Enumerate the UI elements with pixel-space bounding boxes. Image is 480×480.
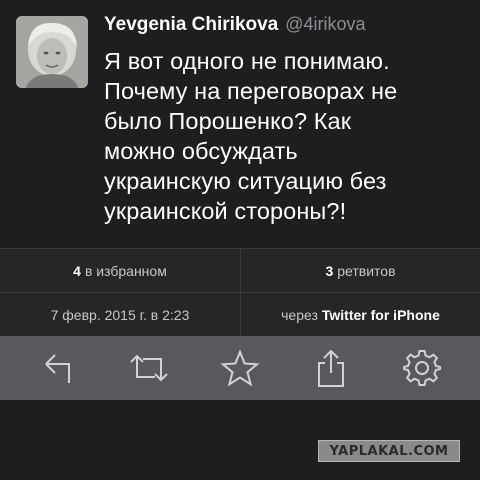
retweets-stat[interactable]: 3 ретвитов	[240, 249, 480, 293]
author-name[interactable]: Yevgenia Chirikova	[104, 14, 278, 36]
tweet-date: 7 февр. 2015 г. в 2:23	[0, 293, 240, 337]
favorites-label: в избранном	[84, 263, 167, 279]
counts-row: 4 в избранном 3 ретвитов	[0, 249, 480, 293]
tweet-card: Yevgenia Chirikova @4irikova Я вот одног…	[0, 0, 480, 248]
favorite-button[interactable]	[216, 344, 264, 392]
favorite-star-icon	[220, 349, 260, 387]
tweet-source: через Twitter for iPhone	[240, 293, 480, 337]
settings-button[interactable]	[398, 344, 446, 392]
avatar[interactable]	[16, 16, 88, 88]
share-button[interactable]	[307, 344, 355, 392]
favorites-stat[interactable]: 4 в избранном	[0, 249, 240, 293]
settings-gear-icon	[403, 350, 442, 386]
retweets-label: ретвитов	[337, 263, 396, 279]
tweet-text-line: украинской стороны?!	[104, 198, 347, 224]
retweet-button[interactable]	[125, 344, 173, 392]
reply-icon	[44, 354, 70, 383]
tweet-stats: 4 в избранном 3 ретвитов 7 февр. 2015 г.…	[0, 248, 480, 337]
watermark-logo: YAPLAKAL.COM	[318, 440, 460, 462]
retweet-icon	[130, 354, 168, 382]
tweet-date-text: 7 февр. 2015 г. в 2:23	[50, 307, 190, 323]
reply-button[interactable]	[34, 344, 82, 392]
tweet-text-line: Я вот одного не понимаю.	[104, 48, 390, 74]
via-prefix: через	[281, 307, 318, 323]
tweet-text-line: можно обсуждать	[104, 138, 298, 164]
tweet-text-line: Почему на переговорах не	[104, 78, 398, 104]
meta-row: 7 февр. 2015 г. в 2:23 через Twitter for…	[0, 293, 480, 337]
action-toolbar	[0, 336, 480, 400]
tweet-text-line: украинскую ситуацию без	[104, 168, 387, 194]
retweets-count: 3	[325, 263, 334, 279]
favorites-count: 4	[73, 263, 81, 279]
tweet-text-line: было Порошенко? Как	[104, 108, 352, 134]
tweet-text: Я вот одного не понимаю. Почему на перег…	[104, 46, 474, 226]
author-row: Yevgenia Chirikova @4irikova	[104, 14, 366, 42]
share-icon	[318, 349, 345, 387]
author-handle[interactable]: @4irikova	[285, 14, 365, 35]
via-client-link[interactable]: Twitter for iPhone	[322, 307, 440, 323]
